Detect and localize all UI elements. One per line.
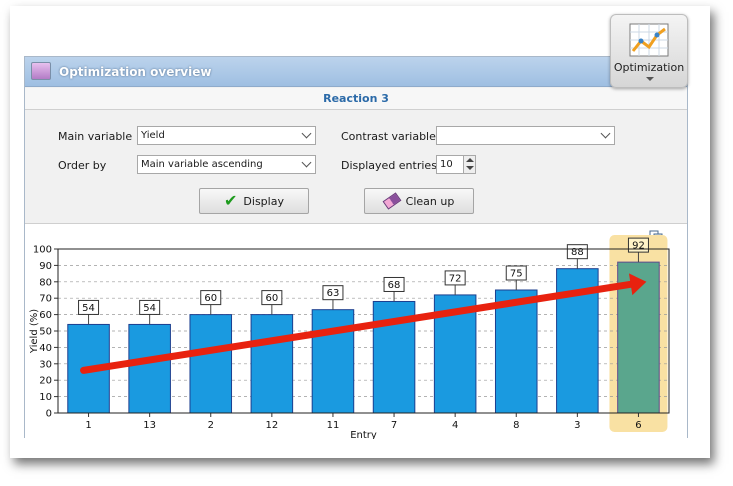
data-label: 60 <box>265 293 278 304</box>
displayed-entries-stepper[interactable]: 10 <box>436 155 476 174</box>
bar <box>128 323 171 414</box>
line-chart-icon <box>629 23 669 57</box>
data-label: 63 <box>327 288 340 299</box>
y-tick-label: 0 <box>46 409 52 420</box>
order-by-value: Main variable ascending <box>141 159 263 170</box>
bar <box>494 289 538 414</box>
optimization-window: Optimization overview Reaction 3 Main va… <box>24 56 688 439</box>
data-label: 60 <box>204 293 217 304</box>
order-by-select[interactable]: Main variable ascending <box>137 155 316 174</box>
bar <box>189 314 233 414</box>
chevron-down-icon <box>301 157 312 168</box>
x-tick-label: 12 <box>265 420 278 431</box>
y-tick-label: 100 <box>33 245 52 256</box>
y-axis-title: Yield (%) <box>29 309 40 354</box>
y-tick-label: 80 <box>39 277 52 288</box>
chart-panel: 0 10 20 30 40 50 60 70 80 90 100 54 1 54 13 60 2 60 12 63 11… <box>25 223 687 439</box>
x-tick-label: 11 <box>327 420 340 431</box>
main-variable-select[interactable]: Yield <box>137 126 316 145</box>
x-tick-label: 1 <box>85 420 91 431</box>
x-tick-label: 6 <box>635 420 641 431</box>
x-axis-title: Entry <box>350 430 377 439</box>
contrast-variable-label: Contrast variable <box>341 130 436 143</box>
clean-up-button[interactable]: Clean up <box>364 188 474 214</box>
x-tick-label: 8 <box>513 420 519 431</box>
section-title: Reaction 3 <box>25 88 687 110</box>
data-label: 68 <box>388 280 401 291</box>
chevron-down-icon[interactable] <box>466 166 474 170</box>
data-label: 54 <box>143 303 156 314</box>
display-button[interactable]: ✔ Display <box>199 188 309 214</box>
data-label: 92 <box>632 241 645 252</box>
x-tick-label: 2 <box>208 420 214 431</box>
displayed-entries-value: 10 <box>440 159 453 170</box>
main-variable-value: Yield <box>141 130 165 141</box>
bar <box>311 309 355 414</box>
y-tick-label: 50 <box>39 327 52 338</box>
x-tick-label: 3 <box>574 420 580 431</box>
chevron-up-icon[interactable] <box>466 158 474 162</box>
checkmark-icon: ✔ <box>224 191 238 210</box>
y-tick-label: 30 <box>39 359 52 370</box>
y-tick-label: 10 <box>39 392 52 403</box>
chart-app-icon <box>31 62 51 80</box>
order-by-label: Order by <box>58 159 107 172</box>
eraser-icon <box>382 192 402 210</box>
x-tick-label: 13 <box>143 420 156 431</box>
chevron-down-icon[interactable] <box>646 77 654 81</box>
x-tick-label: 7 <box>391 420 397 431</box>
y-tick-label: 60 <box>39 310 52 321</box>
main-variable-label: Main variable <box>58 130 133 143</box>
y-tick-label: 90 <box>39 261 52 272</box>
y-tick-label: 70 <box>39 294 52 305</box>
title-bar: Optimization overview <box>25 57 687 87</box>
optimization-ribbon-button[interactable]: Optimization <box>610 14 688 88</box>
y-tick-label: 20 <box>39 376 52 387</box>
y-tick-label: 40 <box>39 343 52 354</box>
data-label: 54 <box>82 303 95 314</box>
ribbon-button-label: Optimization <box>613 61 685 74</box>
data-label: 75 <box>510 269 523 280</box>
stepper-buttons[interactable] <box>463 156 475 173</box>
clean-up-button-label: Clean up <box>405 194 455 208</box>
data-label: 72 <box>449 273 462 284</box>
x-tick-label: 4 <box>452 420 458 431</box>
contrast-variable-select[interactable] <box>436 126 615 145</box>
chevron-down-icon <box>301 128 312 139</box>
window-title: Optimization overview <box>59 65 212 79</box>
bar <box>250 314 294 414</box>
displayed-entries-label: Displayed entries <box>341 159 437 172</box>
chevron-down-icon <box>600 128 611 139</box>
display-button-label: Display <box>243 194 284 208</box>
yield-bar-chart: 0102030405060708090100541541360260126311… <box>29 235 670 439</box>
